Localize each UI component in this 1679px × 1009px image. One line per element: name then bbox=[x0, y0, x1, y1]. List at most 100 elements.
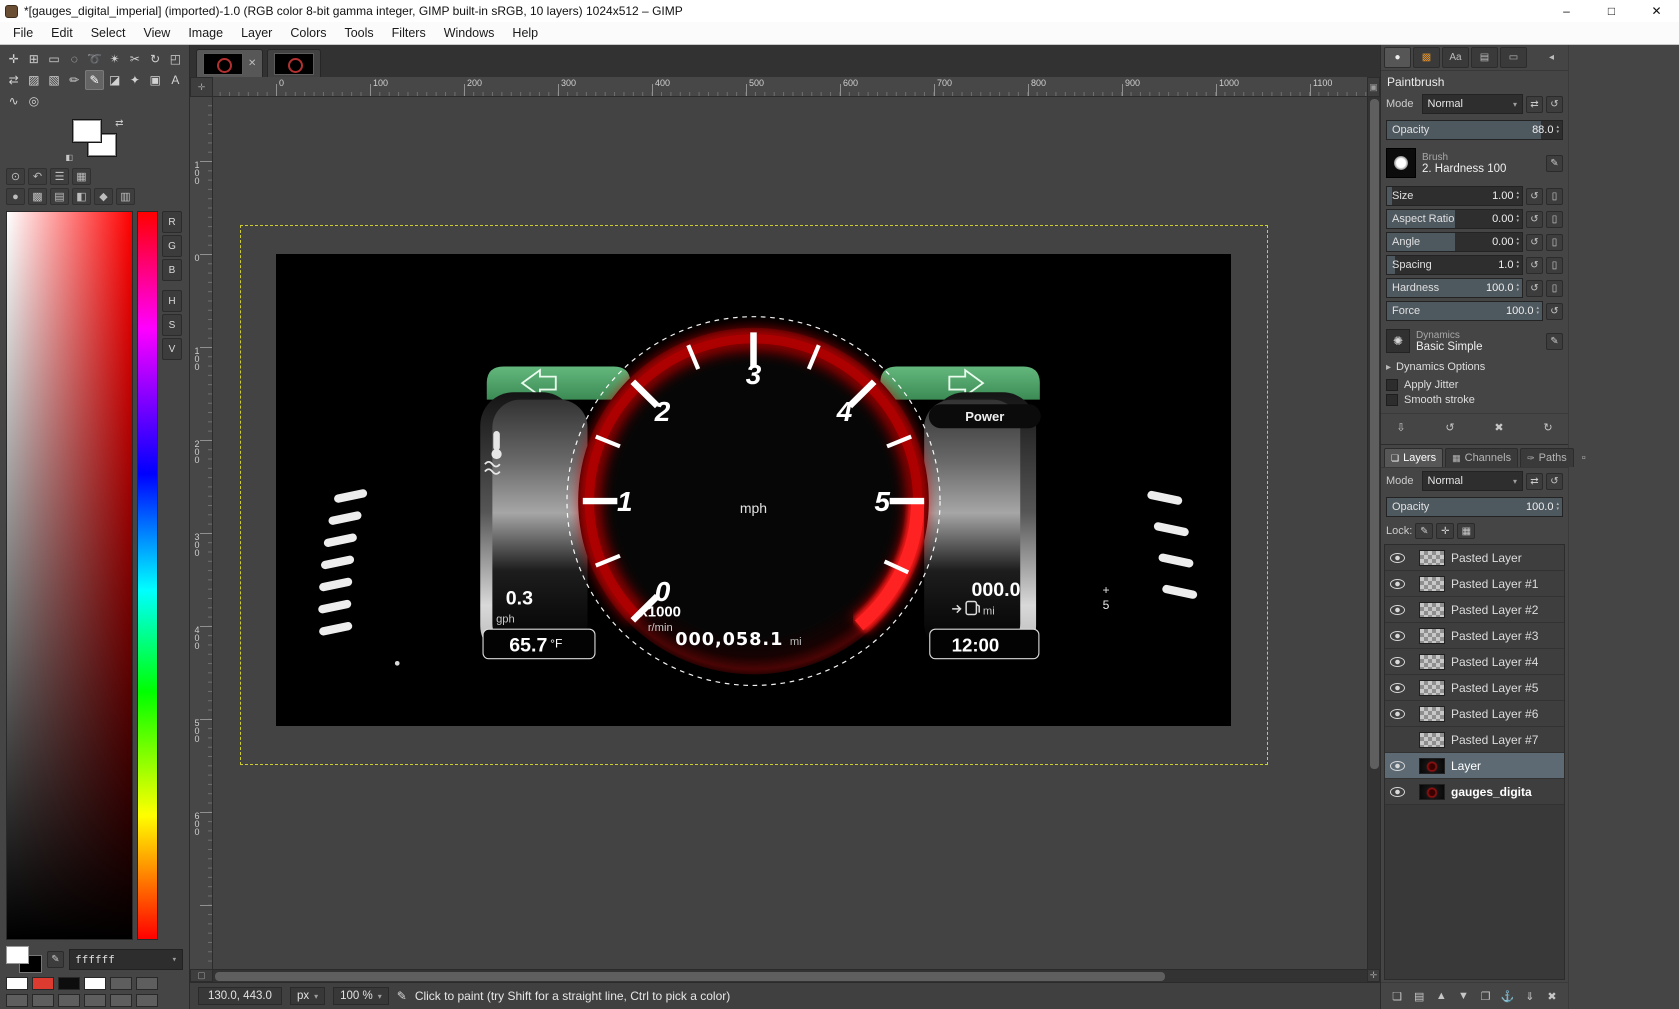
menu-view[interactable]: View bbox=[134, 23, 179, 43]
color-history-swatch[interactable] bbox=[84, 977, 106, 990]
color-history-swatch[interactable] bbox=[32, 994, 54, 1007]
delete-layer-button[interactable]: ✖ bbox=[1542, 987, 1562, 1005]
tool-angle-slider[interactable]: Angle0.00▴▾ bbox=[1386, 232, 1523, 252]
menu-edit[interactable]: Edit bbox=[42, 23, 82, 43]
color-history-swatch[interactable] bbox=[84, 994, 106, 1007]
duplicate-layer-button[interactable]: ❐ bbox=[1476, 987, 1496, 1005]
unit-select[interactable]: px▾ bbox=[290, 987, 325, 1005]
color-history-swatch[interactable] bbox=[32, 977, 54, 990]
lock-position-icon[interactable]: ✛ bbox=[1436, 523, 1454, 539]
paint-mode-dropdown[interactable]: Normal▾ bbox=[1422, 94, 1523, 114]
spinner-icon[interactable]: ▴▾ bbox=[1516, 260, 1522, 270]
reset-icon[interactable]: ↺ bbox=[1546, 303, 1563, 320]
tool-opacity-slider[interactable]: Opacity88.0▴▾ bbox=[1386, 120, 1563, 140]
menu-colors[interactable]: Colors bbox=[281, 23, 335, 43]
color-history-swatch[interactable] bbox=[136, 994, 158, 1007]
save-tool-preset-button[interactable]: ⇩ bbox=[1391, 418, 1411, 436]
pattern-preview-icon[interactable]: ▩ bbox=[28, 188, 47, 205]
spinner-icon[interactable]: ▴▾ bbox=[1556, 502, 1562, 512]
current-fg-swatch[interactable] bbox=[6, 946, 29, 964]
reset-icon[interactable]: ↺ bbox=[1526, 188, 1543, 205]
ruler-origin-button[interactable]: ✛ bbox=[190, 77, 213, 97]
device-status-icon[interactable]: ▦ bbox=[72, 168, 91, 185]
image-tab-2[interactable] bbox=[267, 49, 321, 77]
hue-strip[interactable] bbox=[137, 211, 158, 940]
layer-row[interactable]: gauges_digita bbox=[1385, 779, 1564, 805]
brush-edit-icon[interactable]: ✎ bbox=[1546, 155, 1563, 172]
mode-reset-icon[interactable]: ↺ bbox=[1546, 96, 1563, 113]
tool-paintbrush-button[interactable]: ✎ bbox=[85, 70, 104, 90]
menu-filters[interactable]: Filters bbox=[383, 23, 435, 43]
tool-aspect-ratio-slider[interactable]: Aspect Ratio0.00▴▾ bbox=[1386, 209, 1523, 229]
tool-bucket-fill-button[interactable]: ▨ bbox=[24, 70, 43, 90]
tool-zoom-button[interactable]: ◎ bbox=[24, 91, 43, 111]
apply-jitter-checkbox[interactable] bbox=[1386, 379, 1398, 391]
tool-ellipse-select-button[interactable]: ◌ bbox=[65, 49, 84, 69]
color-history-swatch[interactable] bbox=[58, 977, 80, 990]
visibility-eye-icon[interactable] bbox=[1387, 677, 1407, 699]
navigation-button[interactable]: ✛ bbox=[1367, 969, 1380, 982]
zoom-follow-button[interactable]: ▣ bbox=[1367, 77, 1380, 97]
visibility-eye-icon[interactable] bbox=[1387, 573, 1407, 595]
menu-windows[interactable]: Windows bbox=[435, 23, 504, 43]
image-preview-icon[interactable]: ▥ bbox=[116, 188, 135, 205]
layer-row[interactable]: Pasted Layer #1 bbox=[1385, 571, 1564, 597]
tool-eraser-button[interactable]: ◪ bbox=[105, 70, 124, 90]
tool-scale-button[interactable]: ◰ bbox=[166, 49, 185, 69]
merge-down-button[interactable]: ⇓ bbox=[1520, 987, 1540, 1005]
dynamics-edit-icon[interactable]: ✎ bbox=[1546, 333, 1563, 350]
maximize-button[interactable]: □ bbox=[1589, 0, 1634, 22]
color-history-swatch[interactable] bbox=[6, 977, 28, 990]
menu-select[interactable]: Select bbox=[82, 23, 135, 43]
tool-spacing-slider[interactable]: Spacing1.0▴▾ bbox=[1386, 255, 1523, 275]
tool-size-slider[interactable]: Size1.00▴▾ bbox=[1386, 186, 1523, 206]
vertical-scrollbar[interactable] bbox=[1367, 97, 1380, 969]
color-edit-icon[interactable]: ✎ bbox=[47, 951, 64, 968]
tab-paths[interactable]: ✑Paths bbox=[1520, 448, 1574, 467]
brush-preview-icon[interactable]: ● bbox=[6, 188, 25, 205]
color-history-swatch[interactable] bbox=[58, 994, 80, 1007]
menu-help[interactable]: Help bbox=[503, 23, 547, 43]
default-colors-icon[interactable]: ◧ bbox=[66, 153, 74, 162]
color-history-swatch[interactable] bbox=[110, 977, 132, 990]
spinner-icon[interactable]: ▴▾ bbox=[1536, 306, 1542, 316]
new-layer-group-button[interactable]: ▤ bbox=[1409, 987, 1429, 1005]
tool-text-button[interactable]: A bbox=[166, 70, 185, 90]
vertical-scrollbar-thumb[interactable] bbox=[1370, 99, 1379, 769]
visibility-eye-icon[interactable] bbox=[1387, 599, 1407, 621]
new-layer-button[interactable]: ❏ bbox=[1387, 987, 1407, 1005]
visibility-eye-icon[interactable] bbox=[1387, 547, 1407, 569]
document-history-tab[interactable]: ▤ bbox=[1471, 47, 1498, 68]
menu-file[interactable]: File bbox=[4, 23, 42, 43]
visibility-eye-icon[interactable] bbox=[1387, 781, 1407, 803]
channel-r-button[interactable]: R bbox=[162, 211, 182, 233]
layer-row[interactable]: Pasted Layer bbox=[1385, 545, 1564, 571]
visibility-empty[interactable] bbox=[1387, 729, 1407, 751]
lower-layer-button[interactable]: ▼ bbox=[1453, 987, 1473, 1005]
bookmark-icon[interactable]: ▯ bbox=[1546, 280, 1563, 297]
tool-list-icon[interactable]: ☰ bbox=[50, 168, 69, 185]
images-tab[interactable]: ▭ bbox=[1500, 47, 1527, 68]
smooth-stroke-checkbox[interactable] bbox=[1386, 394, 1398, 406]
bookmark-icon[interactable]: ▯ bbox=[1546, 257, 1563, 274]
patterns-tab[interactable]: ▩ bbox=[1413, 47, 1440, 68]
tool-rectangle-select-button[interactable]: ▭ bbox=[44, 49, 63, 69]
color-history-swatch[interactable] bbox=[136, 977, 158, 990]
visibility-eye-icon[interactable] bbox=[1387, 755, 1407, 777]
zoom-select[interactable]: 100 %▾ bbox=[333, 987, 389, 1005]
layer-row[interactable]: Pasted Layer #5 bbox=[1385, 675, 1564, 701]
layer-opacity-slider[interactable]: Opacity100.0▴▾ bbox=[1386, 497, 1563, 517]
lock-pixels-icon[interactable]: ✎ bbox=[1415, 523, 1433, 539]
layer-row[interactable]: Pasted Layer #3 bbox=[1385, 623, 1564, 649]
tool-clone-button[interactable]: ▣ bbox=[146, 70, 165, 90]
menu-tools[interactable]: Tools bbox=[335, 23, 382, 43]
canvas-image[interactable]: Power bbox=[276, 254, 1231, 726]
configure-tab-icon[interactable]: ◂ bbox=[1538, 47, 1565, 68]
tool-move-button[interactable]: ✛ bbox=[4, 49, 23, 69]
foreground-color-swatch[interactable] bbox=[72, 119, 102, 143]
tool-fuzzy-select-button[interactable]: ✴ bbox=[105, 49, 124, 69]
option-apply-jitter[interactable]: Apply Jitter bbox=[1386, 379, 1563, 391]
horizontal-scrollbar-thumb[interactable] bbox=[215, 972, 1165, 981]
anchor-layer-button[interactable]: ⚓ bbox=[1498, 987, 1518, 1005]
visibility-eye-icon[interactable] bbox=[1387, 703, 1407, 725]
